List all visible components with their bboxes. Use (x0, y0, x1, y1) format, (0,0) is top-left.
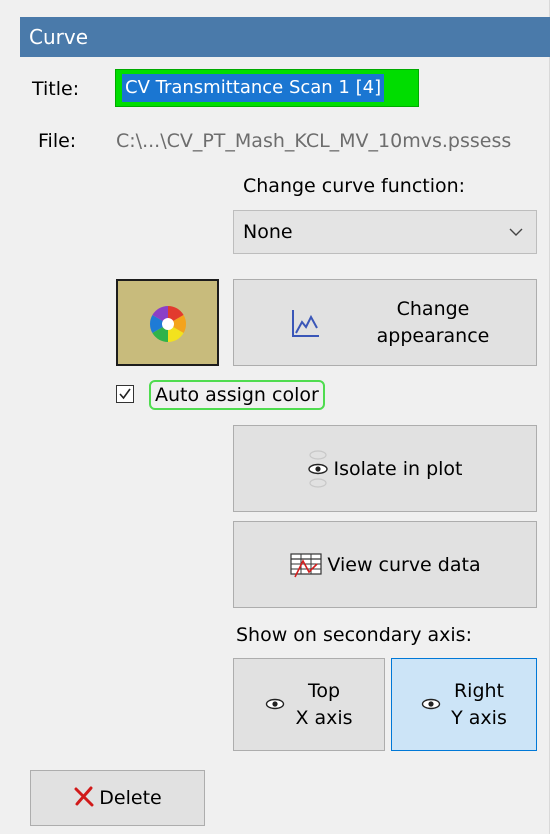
curve-function-value: None (243, 221, 293, 243)
top-axis-line2: X axis (295, 706, 353, 729)
eye-icon (265, 694, 285, 716)
curve-function-select[interactable]: None (233, 210, 537, 254)
chevron-down-icon (508, 224, 524, 244)
color-wheel-icon (149, 306, 187, 342)
secondary-axis-label: Show on secondary axis: (236, 624, 472, 646)
eye-icon (421, 694, 441, 716)
title-input[interactable]: CV Transmittance Scan 1 [4] (115, 69, 419, 107)
file-path: C:\...\CV_PT_Mash_KCL_MV_10mvs.pssess (116, 130, 512, 152)
table-chart-icon (289, 552, 323, 578)
view-curve-data-button[interactable]: View curve data (233, 521, 537, 608)
isolate-label: Isolate in plot (333, 457, 463, 480)
red-x-icon (73, 785, 95, 812)
file-label: File: (38, 130, 77, 152)
change-appearance-button[interactable]: Change appearance (233, 279, 537, 366)
curve-panel: Curve Title: CV Transmittance Scan 1 [4]… (0, 0, 550, 834)
delete-button[interactable]: Delete (30, 770, 205, 826)
color-swatch-button[interactable] (116, 279, 219, 366)
right-axis-line1: Right (453, 679, 505, 702)
change-appearance-line1: Change (396, 298, 470, 320)
title-input-value: CV Transmittance Scan 1 [4] (122, 74, 385, 102)
isolate-in-plot-button[interactable]: Isolate in plot (233, 425, 537, 512)
right-y-axis-button[interactable]: Right Y axis (391, 658, 537, 751)
title-label: Title: (32, 78, 80, 100)
change-appearance-line2: appearance (376, 325, 490, 347)
view-data-label: View curve data (327, 553, 481, 576)
delete-label: Delete (99, 787, 162, 809)
right-axis-line2: Y axis (451, 706, 507, 729)
auto-assign-checkbox[interactable] (116, 385, 134, 403)
panel-header: Curve (20, 17, 550, 57)
eye-icon (307, 449, 329, 489)
line-chart-icon (291, 308, 321, 343)
top-x-axis-button[interactable]: Top X axis (233, 658, 385, 751)
top-axis-line1: Top (307, 679, 341, 702)
auto-assign-label[interactable]: Auto assign color (149, 380, 325, 410)
curve-function-label: Change curve function: (243, 175, 466, 197)
